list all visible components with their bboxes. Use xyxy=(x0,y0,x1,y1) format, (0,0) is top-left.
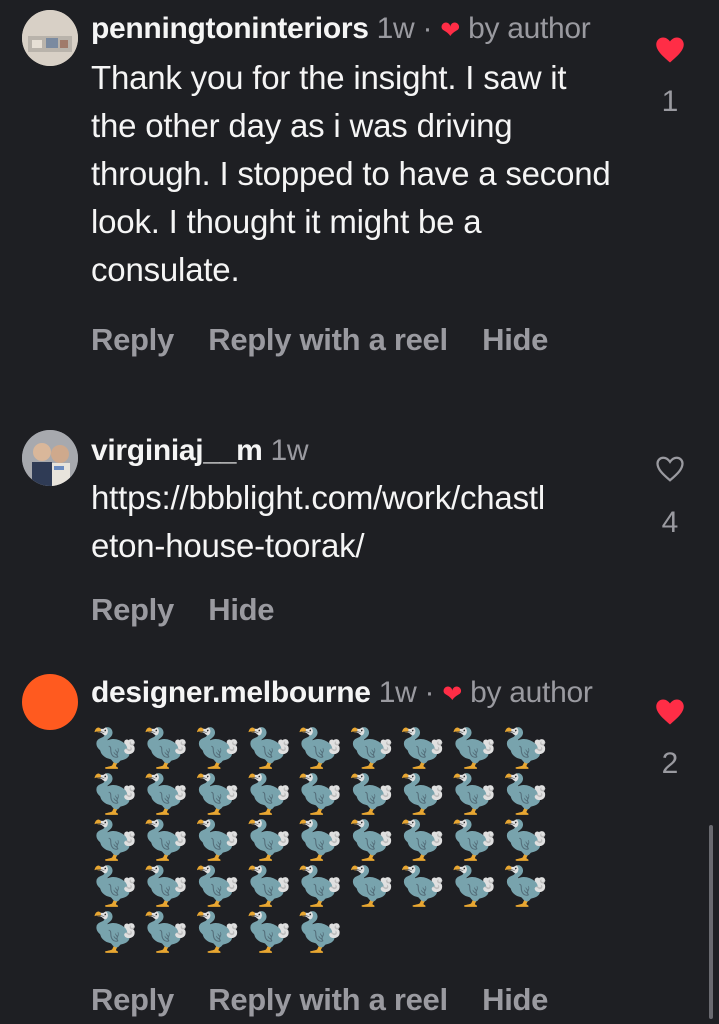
comment-text: Thank you for the insight. I saw it the … xyxy=(91,59,611,288)
comment-actions: Reply Hide xyxy=(91,592,611,628)
username[interactable]: penningtoninteriors xyxy=(91,12,369,45)
like-control: 1 xyxy=(646,36,694,119)
timestamp: 1w xyxy=(376,12,415,45)
avatar[interactable] xyxy=(22,674,78,730)
comment-link[interactable]: https://bbblight.com/work/chastleton-hou… xyxy=(91,474,561,570)
heart-outline-icon[interactable] xyxy=(655,455,685,483)
liked-by-author: by author xyxy=(470,676,593,709)
comment-actions: Reply Reply with a reel Hide xyxy=(91,982,611,1018)
hide-button[interactable]: Hide xyxy=(208,592,274,627)
reply-button[interactable]: Reply xyxy=(91,322,174,357)
reply-button[interactable]: Reply xyxy=(91,982,174,1017)
hide-button[interactable]: Hide xyxy=(482,982,548,1017)
like-control: 2 xyxy=(646,698,694,781)
heart-filled-icon[interactable] xyxy=(655,36,685,64)
comment-actions: Reply Reply with a reel Hide xyxy=(91,322,611,358)
comment-header: virginiaj__m 1w xyxy=(91,430,611,472)
username[interactable]: virginiaj__m xyxy=(91,434,263,467)
avatar[interactable] xyxy=(22,10,78,66)
heart-filled-icon[interactable] xyxy=(655,698,685,726)
like-count: 1 xyxy=(661,85,679,118)
username[interactable]: designer.melbourne xyxy=(91,676,371,709)
reply-with-reel-button[interactable]: Reply with a reel xyxy=(208,322,448,357)
timestamp: 1w xyxy=(378,676,417,709)
comment-header: designer.melbourne 1w · ❤ by author xyxy=(91,672,611,716)
avatar-image xyxy=(22,430,78,486)
timestamp: 1w xyxy=(270,434,309,467)
avatar-image xyxy=(22,10,78,66)
liked-by-author: by author xyxy=(468,12,591,45)
hide-button[interactable]: Hide xyxy=(482,322,548,357)
small-heart-icon: ❤ xyxy=(442,681,463,708)
like-count: 2 xyxy=(661,747,679,780)
scrollbar[interactable] xyxy=(709,825,713,1019)
avatar[interactable] xyxy=(22,430,78,486)
separator: · xyxy=(422,12,433,45)
separator: · xyxy=(424,676,435,709)
like-count: 4 xyxy=(661,506,679,539)
reply-with-reel-button[interactable]: Reply with a reel xyxy=(208,982,448,1017)
comment-emoji-text: 🦤🦤🦤🦤🦤🦤🦤🦤🦤🦤🦤🦤🦤🦤🦤🦤🦤🦤🦤🦤🦤🦤🦤🦤🦤🦤🦤🦤🦤🦤🦤🦤🦤🦤🦤🦤🦤🦤🦤🦤… xyxy=(91,728,553,954)
comment-header: penningtoninteriors 1w · ❤ by author xyxy=(91,8,611,52)
like-control: 4 xyxy=(646,455,694,540)
small-heart-icon: ❤ xyxy=(440,17,461,44)
reply-button[interactable]: Reply xyxy=(91,592,174,627)
